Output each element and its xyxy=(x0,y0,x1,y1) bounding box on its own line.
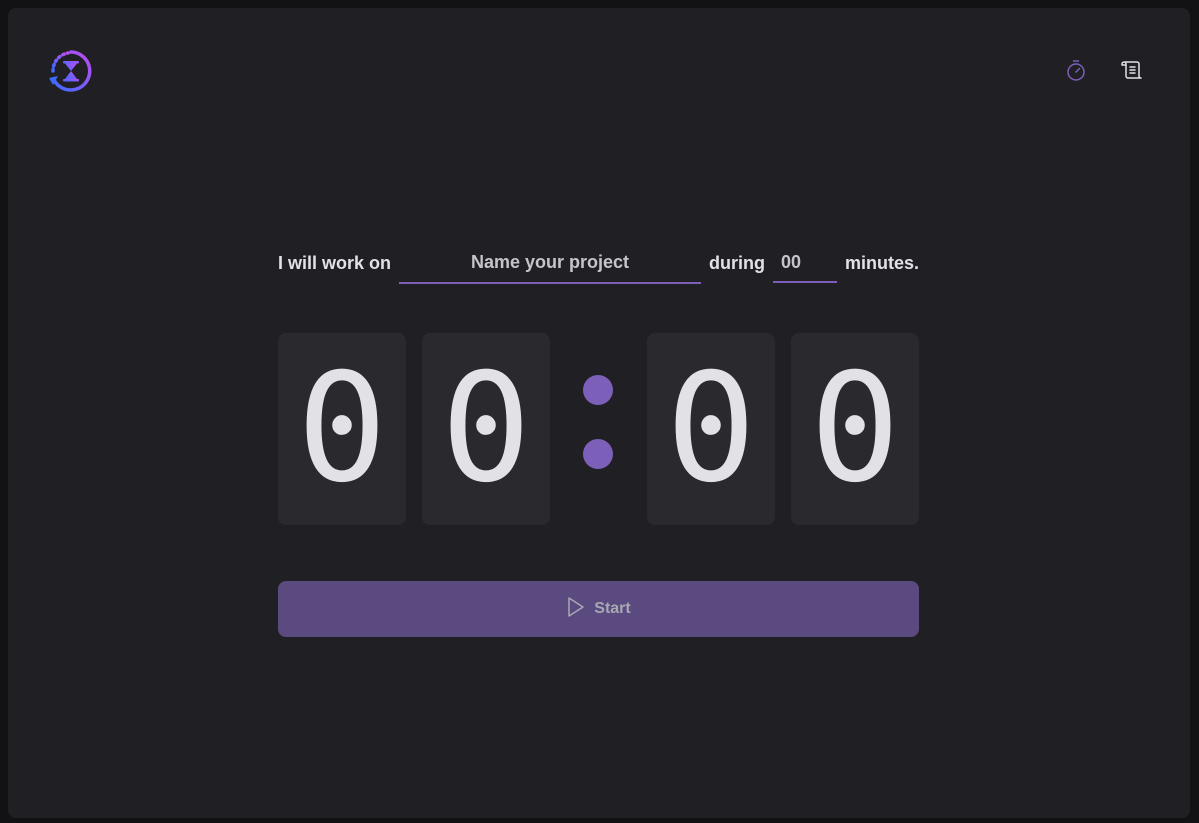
seconds-tens-digit: 0 xyxy=(647,333,775,525)
minutes-ones-digit: 0 xyxy=(422,333,550,525)
header-nav xyxy=(1062,56,1146,84)
timer-icon[interactable] xyxy=(1062,56,1090,84)
form-prefix-label: I will work on xyxy=(278,252,392,273)
during-label: during xyxy=(708,252,765,273)
hourglass-refresh-icon xyxy=(48,48,94,94)
separator-dot-top xyxy=(583,375,613,405)
start-button-label: Start xyxy=(594,600,631,617)
scroll-history-icon[interactable] xyxy=(1118,56,1146,84)
minutes-suffix-label: minutes. xyxy=(844,252,919,273)
countdown-separator xyxy=(576,333,620,525)
separator-dot-bottom xyxy=(583,439,613,469)
start-button[interactable]: Start xyxy=(278,581,919,637)
play-icon xyxy=(566,596,586,623)
minutes-amount-input[interactable] xyxy=(772,243,837,283)
task-form: I will work on during minutes. xyxy=(278,242,919,284)
seconds-ones-digit: 0 xyxy=(791,333,919,525)
countdown-display: 0 0 0 0 xyxy=(278,333,919,525)
app-window: I will work on during minutes. 0 0 0 0 S… xyxy=(8,8,1190,818)
minutes-tens-digit: 0 xyxy=(278,333,406,525)
project-name-input[interactable] xyxy=(399,242,701,284)
